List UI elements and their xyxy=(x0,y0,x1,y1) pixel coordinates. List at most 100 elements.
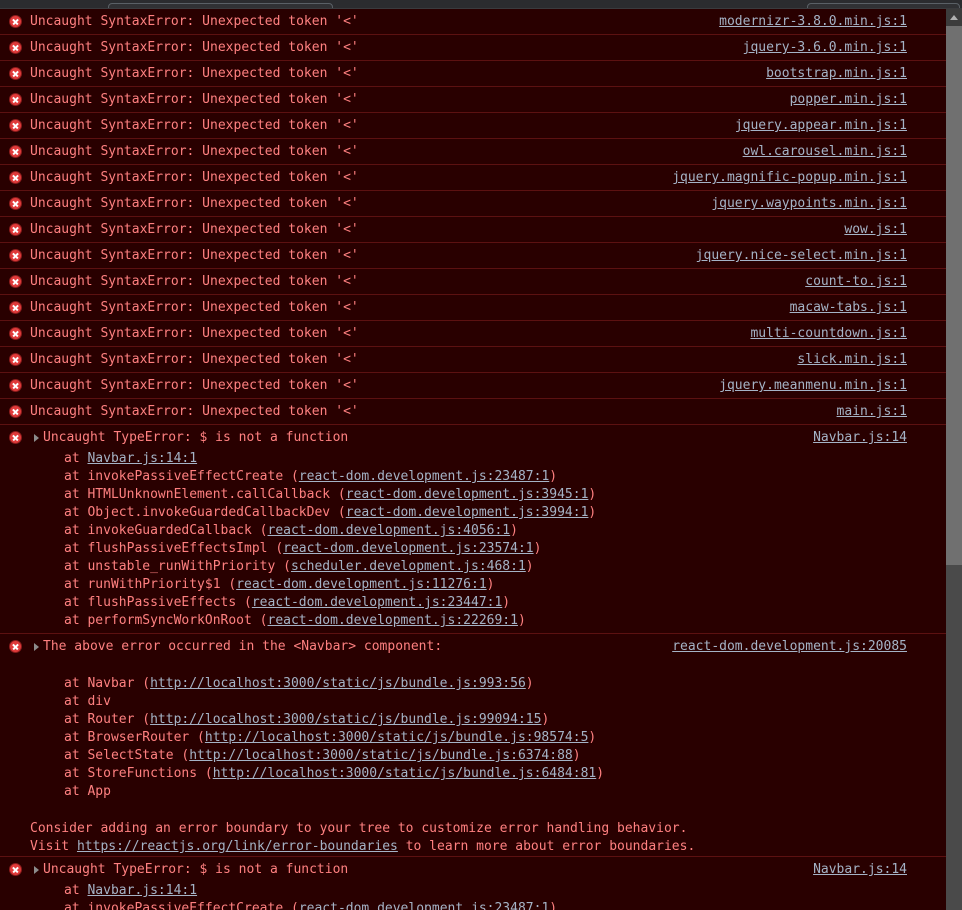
stack-frame-link[interactable]: Navbar.js:14:1 xyxy=(87,883,197,898)
stack-frame: at Navbar (http://localhost:3000/static/… xyxy=(64,676,534,691)
console-message-header: Uncaught SyntaxError: Unexpected token '… xyxy=(0,61,946,86)
console-message-text: Uncaught SyntaxError: Unexpected token '… xyxy=(30,248,359,263)
console-message-text: Uncaught SyntaxError: Unexpected token '… xyxy=(30,404,359,419)
source-link[interactable]: wow.js:1 xyxy=(844,217,907,242)
console-message-syntax-error[interactable]: Uncaught SyntaxError: Unexpected token '… xyxy=(0,87,946,113)
console-message-header: Uncaught SyntaxError: Unexpected token '… xyxy=(0,87,946,112)
scrollbar-track[interactable] xyxy=(946,565,962,910)
console-message-header: Uncaught SyntaxError: Unexpected token '… xyxy=(0,373,946,398)
console-message-syntax-error[interactable]: Uncaught SyntaxError: Unexpected token '… xyxy=(0,321,946,347)
source-link[interactable]: jquery.appear.min.js:1 xyxy=(735,113,907,138)
stack-frame-link[interactable]: http://localhost:3000/static/js/bundle.j… xyxy=(150,676,526,691)
console-message-type-error[interactable]: Uncaught TypeError: $ is not a function N… xyxy=(0,425,946,634)
console-message-syntax-error[interactable]: Uncaught SyntaxError: Unexpected token '… xyxy=(0,113,946,139)
console-message-syntax-error[interactable]: Uncaught SyntaxError: Unexpected token '… xyxy=(0,9,946,35)
source-link[interactable]: count-to.js:1 xyxy=(805,269,907,294)
stack-frame-link[interactable]: http://localhost:3000/static/js/bundle.j… xyxy=(150,712,541,727)
stack-frame: at Navbar.js:14:1 xyxy=(64,883,198,898)
source-link[interactable]: jquery.waypoints.min.js:1 xyxy=(711,191,907,216)
stack-frame: at BrowserRouter (http://localhost:3000/… xyxy=(64,730,597,745)
source-link[interactable]: react-dom.development.js:20085 xyxy=(672,634,907,659)
source-link[interactable]: jquery.magnific-popup.min.js:1 xyxy=(672,165,907,190)
console-message-component-error[interactable]: The above error occurred in the <Navbar>… xyxy=(0,634,946,857)
stack-frame-link[interactable]: scheduler.development.js:468:1 xyxy=(291,559,526,574)
scrollbar-thumb[interactable] xyxy=(946,26,962,565)
console-message-syntax-error[interactable]: Uncaught SyntaxError: Unexpected token '… xyxy=(0,347,946,373)
source-link[interactable]: multi-countdown.js:1 xyxy=(750,321,907,346)
stack-frame: at flushPassiveEffects (react-dom.develo… xyxy=(64,595,511,610)
stack-frame-link[interactable]: react-dom.development.js:23487:1 xyxy=(299,469,549,484)
chevron-right-icon[interactable] xyxy=(34,434,39,442)
error-icon xyxy=(9,119,22,132)
console-message-syntax-error[interactable]: Uncaught SyntaxError: Unexpected token '… xyxy=(0,165,946,191)
console-message-syntax-error[interactable]: Uncaught SyntaxError: Unexpected token '… xyxy=(0,295,946,321)
console-message-list: Uncaught SyntaxError: Unexpected token '… xyxy=(0,9,946,910)
stack-frame: at invokePassiveEffectCreate (react-dom.… xyxy=(0,900,946,910)
console-message-syntax-error[interactable]: Uncaught SyntaxError: Unexpected token '… xyxy=(0,399,946,425)
console-message-syntax-error[interactable]: Uncaught SyntaxError: Unexpected token '… xyxy=(0,243,946,269)
source-link[interactable]: owl.carousel.min.js:1 xyxy=(743,139,907,164)
stack-frame: at App xyxy=(64,784,111,799)
stack-frame-link[interactable]: react-dom.development.js:23487:1 xyxy=(299,901,549,910)
stack-frame-link[interactable]: react-dom.development.js:23574:1 xyxy=(283,541,533,556)
source-link[interactable]: macaw-tabs.js:1 xyxy=(790,295,907,320)
stack-frame-link[interactable]: http://localhost:3000/static/js/bundle.j… xyxy=(189,748,573,763)
source-link[interactable]: popper.min.js:1 xyxy=(790,87,907,112)
source-link[interactable]: jquery.meanmenu.min.js:1 xyxy=(719,373,907,398)
stack-frame-link[interactable]: http://localhost:3000/static/js/bundle.j… xyxy=(213,766,597,781)
stack-frame: at HTMLUnknownElement.callCallback (reac… xyxy=(64,487,597,502)
console-message-text: Uncaught SyntaxError: Unexpected token '… xyxy=(30,196,359,211)
stack-trace: at Navbar.js:14:1 at invokePassiveEffectC… xyxy=(0,882,946,910)
console-message-header: Uncaught TypeError: $ is not a function N… xyxy=(0,425,946,450)
source-link[interactable]: slick.min.js:1 xyxy=(797,347,907,372)
console-scrollbar[interactable] xyxy=(946,9,962,910)
console-message-syntax-error[interactable]: Uncaught SyntaxError: Unexpected token '… xyxy=(0,217,946,243)
console-message-text: Uncaught TypeError: $ is not a function xyxy=(43,862,349,877)
error-boundaries-doc-link[interactable]: https://reactjs.org/link/error-boundarie… xyxy=(77,839,398,854)
stack-frame: at unstable_runWithPriority (scheduler.d… xyxy=(64,559,534,574)
console-message-text: The above error occurred in the <Navbar>… xyxy=(43,639,443,654)
console-message-header: Uncaught SyntaxError: Unexpected token '… xyxy=(0,295,946,320)
error-boundary-advice-line-1: Consider adding an error boundary to you… xyxy=(30,821,688,836)
console-message-syntax-error[interactable]: Uncaught SyntaxError: Unexpected token '… xyxy=(0,269,946,295)
console-message-syntax-error[interactable]: Uncaught SyntaxError: Unexpected token '… xyxy=(0,373,946,399)
console-message-syntax-error[interactable]: Uncaught SyntaxError: Unexpected token '… xyxy=(0,35,946,61)
console-message-text: Uncaught SyntaxError: Unexpected token '… xyxy=(30,40,359,55)
stack-frame-link[interactable]: react-dom.development.js:4056:1 xyxy=(268,523,511,538)
console-message-text: Uncaught SyntaxError: Unexpected token '… xyxy=(30,274,359,289)
source-link[interactable]: jquery.nice-select.min.js:1 xyxy=(696,243,907,268)
source-link[interactable]: main.js:1 xyxy=(837,399,907,424)
scroll-up-arrow-icon[interactable] xyxy=(946,9,962,26)
stack-frame-link[interactable]: http://localhost:3000/static/js/bundle.j… xyxy=(205,730,589,745)
stack-frame-link[interactable]: react-dom.development.js:22269:1 xyxy=(268,613,518,628)
console-message-header: Uncaught SyntaxError: Unexpected token '… xyxy=(0,243,946,268)
console-message-text: Uncaught SyntaxError: Unexpected token '… xyxy=(30,352,359,367)
source-link[interactable]: jquery-3.6.0.min.js:1 xyxy=(743,35,907,60)
source-link[interactable]: Navbar.js:14 xyxy=(813,425,907,450)
stack-frame-link[interactable]: react-dom.development.js:23447:1 xyxy=(252,595,502,610)
stack-frame-link[interactable]: react-dom.development.js:3994:1 xyxy=(346,505,589,520)
stack-frame-link[interactable]: react-dom.development.js:3945:1 xyxy=(346,487,589,502)
chevron-right-icon[interactable] xyxy=(34,643,39,651)
console-message-text: Uncaught SyntaxError: Unexpected token '… xyxy=(30,92,359,107)
console-message-type-error[interactable]: Uncaught TypeError: $ is not a function N… xyxy=(0,857,946,910)
console-message-header: Uncaught SyntaxError: Unexpected token '… xyxy=(0,9,946,34)
console-message-text: Uncaught SyntaxError: Unexpected token '… xyxy=(30,326,359,341)
console-message-syntax-error[interactable]: Uncaught SyntaxError: Unexpected token '… xyxy=(0,61,946,87)
error-icon xyxy=(9,405,22,418)
error-icon xyxy=(9,275,22,288)
source-link[interactable]: modernizr-3.8.0.min.js:1 xyxy=(719,9,907,34)
console-message-syntax-error[interactable]: Uncaught SyntaxError: Unexpected token '… xyxy=(0,139,946,165)
source-link[interactable]: Navbar.js:14 xyxy=(813,857,907,882)
error-icon xyxy=(9,640,22,653)
console-message-syntax-error[interactable]: Uncaught SyntaxError: Unexpected token '… xyxy=(0,191,946,217)
error-boundary-advice-line-2: Visit https://reactjs.org/link/error-bou… xyxy=(30,839,696,854)
source-link[interactable]: bootstrap.min.js:1 xyxy=(766,61,907,86)
error-icon xyxy=(9,67,22,80)
stack-frame: at Object.invokeGuardedCallbackDev (reac… xyxy=(64,505,597,520)
console-message-header: Uncaught SyntaxError: Unexpected token '… xyxy=(0,347,946,372)
chevron-right-icon[interactable] xyxy=(34,866,39,874)
stack-frame-link[interactable]: react-dom.development.js:11276:1 xyxy=(236,577,486,592)
stack-frame-link[interactable]: Navbar.js:14:1 xyxy=(87,451,197,466)
